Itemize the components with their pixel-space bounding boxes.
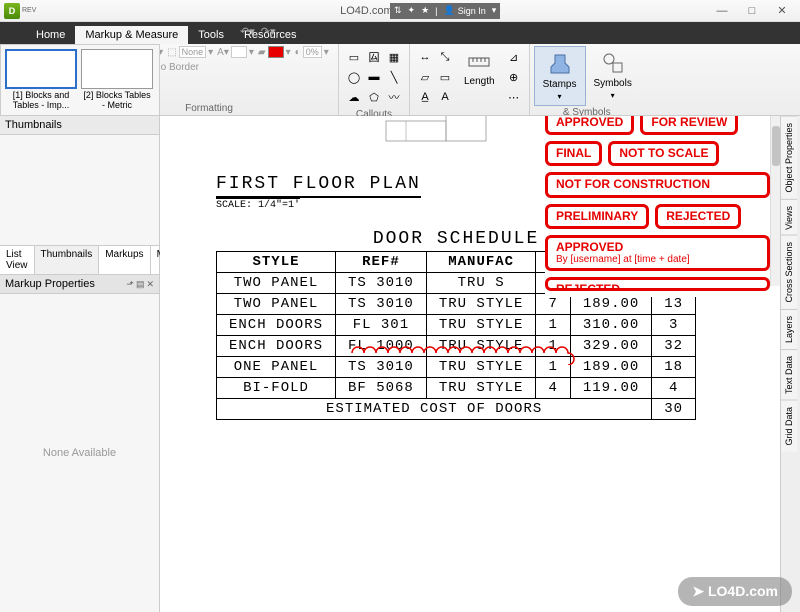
measure-text-icon[interactable]: A (436, 88, 454, 106)
stamps-scrollbar[interactable] (770, 116, 780, 286)
measure-rect-icon[interactable]: ▭ (436, 68, 454, 86)
redo-icon[interactable]: ↷▾ (261, 25, 276, 38)
dropdown-icon[interactable]: ▾ (492, 5, 497, 16)
side-tab-grid-data[interactable]: Grid Data (781, 400, 797, 452)
titlebar: D REV LO4D.com - Sample.dwf ⇅ ✦ ★ | 👤 Si… (0, 0, 800, 22)
side-tabs: Object Properties Views Cross Sections L… (780, 116, 800, 612)
stamp-rejected[interactable]: REJECTED (655, 204, 741, 229)
callout-poly-icon[interactable]: ⬠ (365, 88, 383, 106)
tab-home[interactable]: Home (26, 26, 75, 44)
font-picker[interactable]: A▾ ▾ (217, 46, 254, 58)
qat-icon[interactable]: ⇅ (394, 5, 402, 16)
group-stamps-symbols: Stamps▾ Symbols▾ & Symbols (530, 44, 644, 115)
app-icon: D (4, 3, 20, 19)
app-sub-label: REV (22, 7, 36, 14)
bucket-icon: ▰ (258, 47, 266, 58)
stamps-dropdown-panel: APPROVED FOR REVIEW FINAL NOT TO SCALE N… (545, 116, 770, 297)
measure-text-a-icon[interactable]: A̲ (416, 88, 434, 106)
close-button[interactable]: ✕ (768, 2, 796, 20)
fill-color-picker[interactable]: ▰▾ (258, 46, 291, 58)
line-style-picker[interactable]: ⬚None▾ (167, 46, 213, 58)
ruler-icon (467, 50, 491, 74)
stamp-icon (547, 51, 573, 77)
callout-highlight-icon[interactable]: ▬ (365, 68, 383, 86)
thumbnail-preview (81, 49, 153, 89)
quick-access-toolbar: ↶▾ ↷▾ (240, 25, 276, 38)
watermark: ➤ LO4D.com (678, 577, 792, 606)
length-button[interactable]: Length (456, 46, 503, 108)
stamp-preliminary[interactable]: PRELIMINARY (545, 204, 649, 229)
qat-divider: | (435, 6, 437, 16)
measure-poly-icon[interactable]: ⤡ (436, 48, 454, 66)
table-row: ENCH DOORSFL 301TRU STYLE1310.003 (217, 315, 696, 336)
measure-line-icon[interactable]: ↔ (416, 48, 434, 66)
nav-tab-markups[interactable]: Markups (99, 246, 150, 274)
table-row: ENCH DOORSFL 1000TRU STYLE1329.0032 (217, 336, 696, 357)
callout-cloud-icon[interactable]: ☁ (345, 88, 363, 106)
canvas[interactable]: FIRST FLOOR PLAN SCALE: 1/4"=1' DOOR SCH… (160, 116, 800, 612)
qat-icon[interactable]: ✦ (408, 5, 416, 16)
thumbnail-item[interactable]: [1] Blocks and Tables - Imp... (5, 49, 77, 111)
side-tab-cross-sections[interactable]: Cross Sections (781, 235, 797, 309)
panel-close-icon[interactable]: ✕ (146, 279, 154, 290)
callout-tool-icon[interactable]: ▦ (385, 48, 403, 66)
undo-icon[interactable]: ↶▾ (240, 25, 255, 38)
stamp-approved-by[interactable]: APPROVED By [username] at [time + date] (545, 235, 770, 271)
stamp-final[interactable]: FINAL (545, 141, 602, 166)
markup-properties-body: None Available (0, 294, 159, 612)
ribbon-tabstrip: Home Markup & Measure Tools Resources ↶▾… (0, 22, 800, 44)
nav-tab-listview[interactable]: List View (0, 246, 35, 274)
panel-pin-icon[interactable]: ⬏ (126, 279, 134, 290)
table-row: BI-FOLDBF 5068TRU STYLE4119.004 (217, 378, 696, 399)
plan-scale: SCALE: 1/4"=1' (216, 198, 300, 211)
thumbnail-item[interactable]: [2] Blocks Tables - Metric (81, 49, 153, 111)
side-tab-views[interactable]: Views (781, 199, 797, 236)
mini-floorplan-icon (376, 116, 526, 146)
thumbnail-preview (5, 49, 77, 89)
stamp-not-to-scale[interactable]: NOT TO SCALE (608, 141, 719, 166)
callout-line-icon[interactable]: ╲ (385, 68, 403, 86)
measure-snap-icon[interactable]: ⊕ (505, 68, 523, 86)
markup-properties-header: Markup Properties ⬏ ▤ ✕ (0, 275, 159, 294)
col-style: STYLE (217, 252, 336, 273)
group-callouts: ▭ 囜 ▦ ◯ ▬ ╲ ☁ ⬠ 〰 Callouts (339, 44, 410, 115)
stamps-button[interactable]: Stamps▾ (534, 46, 586, 106)
table-row: ONE PANELTS 3010TRU STYLE1189.0018 (217, 357, 696, 378)
measure-arc-icon[interactable]: ⊿ (505, 48, 523, 66)
side-tab-layers[interactable]: Layers (781, 309, 797, 349)
panel-menu-icon[interactable]: ▤ (136, 279, 145, 290)
left-panel: Thumbnails [1] Blocks and Tables - Imp..… (0, 116, 160, 612)
maximize-button[interactable]: □ (738, 2, 766, 20)
col-ref: REF# (336, 252, 427, 273)
user-icon: 👤 (444, 5, 455, 16)
stamp-approved[interactable]: APPROVED (545, 116, 634, 135)
col-manufac: MANUFAC (426, 252, 536, 273)
tab-markup-measure[interactable]: Markup & Measure (75, 26, 188, 44)
qat-icon[interactable]: ★ (421, 5, 429, 16)
transparency-picker[interactable]: ◐0%▾ (295, 46, 329, 58)
stamp-for-review[interactable]: FOR REVIEW (640, 116, 738, 135)
thumbnails-header: Thumbnails (0, 116, 159, 135)
stamp-not-for-construction[interactable]: NOT FOR CONSTRUCTION (545, 172, 770, 197)
callout-text-icon[interactable]: 囜 (365, 48, 383, 66)
symbols-icon (600, 50, 626, 76)
callout-freehand-icon[interactable]: 〰 (385, 88, 403, 106)
symbols-button[interactable]: Symbols▾ (586, 46, 640, 106)
side-tab-text-data[interactable]: Text Data (781, 349, 797, 400)
measure-more-icon[interactable]: ⋯ (505, 88, 523, 106)
side-tab-object-properties[interactable]: Object Properties (781, 116, 797, 199)
color-swatch-red (268, 46, 284, 58)
minimize-button[interactable]: — (708, 2, 736, 20)
callout-rect-icon[interactable]: ▭ (345, 48, 363, 66)
stamp-rejected-by[interactable]: REJECTED (545, 277, 770, 291)
nav-tabs: List View Thumbnails Markups Model (0, 245, 159, 275)
callout-ellipse-icon[interactable]: ◯ (345, 68, 363, 86)
tab-tools[interactable]: Tools (188, 26, 234, 44)
group-measure: ↔ ⤡ ▱ ▭ A̲ A Length ⊿ ⊕ ⋯ (410, 44, 530, 115)
quick-access-signin: ⇅ ✦ ★ | 👤 Sign In ▾ (390, 3, 500, 19)
nav-tab-thumbnails[interactable]: Thumbnails (35, 246, 100, 274)
signin-button[interactable]: 👤 Sign In (444, 5, 486, 16)
plan-title: FIRST FLOOR PLAN (216, 174, 421, 198)
measure-area-icon[interactable]: ▱ (416, 68, 434, 86)
